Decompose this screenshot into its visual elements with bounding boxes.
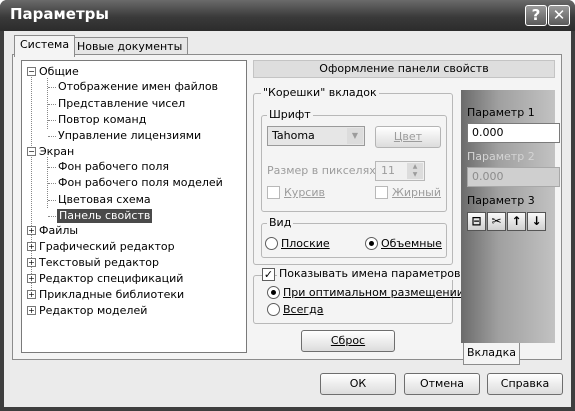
expand-icon[interactable]: +	[27, 290, 36, 299]
tree-item-properties-panel[interactable]: Панель свойств	[57, 209, 153, 223]
flat-radio[interactable]	[265, 237, 278, 250]
settings-tree[interactable]: − Общие Отображение имен файлов Представ…	[21, 60, 247, 353]
bold-label-text: Жирный	[392, 186, 442, 199]
bold-checkbox[interactable]	[375, 186, 388, 199]
param1-label: Параметр 1	[467, 106, 535, 119]
close-button[interactable]: ✕	[548, 5, 570, 26]
properties-panel-settings: Оформление панели свойств "Корешки" вкла…	[253, 60, 560, 365]
parameters-dialog: Параметры ? ✕ Система Новые документы − …	[0, 0, 575, 411]
tree-item-model-bg[interactable]: Фон рабочего поля моделей	[58, 176, 223, 190]
show-names-label: Показывать имена параметров	[277, 267, 463, 280]
always-label-text: Всегда	[283, 303, 324, 316]
preview-tab[interactable]: Вкладка	[463, 343, 520, 365]
expand-icon[interactable]: +	[27, 274, 36, 283]
bold-label: Жирный	[392, 186, 441, 199]
tree-item-model-editor[interactable]: Редактор моделей	[39, 304, 147, 318]
tree-connector	[48, 87, 56, 88]
help-button[interactable]: Справка	[487, 373, 563, 395]
title-bar[interactable]: Параметры ? ✕	[0, 0, 575, 31]
radio-dot	[271, 290, 276, 295]
flat-label: Плоские	[281, 237, 330, 250]
size-spinner[interactable]: 11 ▲ ▼	[375, 161, 425, 181]
tree-select-icon[interactable]: ⊟	[467, 212, 486, 231]
tree-connector	[48, 104, 56, 105]
tree-item-file-names[interactable]: Отображение имен файлов	[58, 80, 218, 94]
volume-radio[interactable]	[365, 237, 378, 250]
arrow-up-icon[interactable]: ↑	[507, 212, 526, 231]
chevron-down-icon: ▼	[347, 128, 363, 144]
tree-connector	[48, 200, 56, 201]
color-button[interactable]: Цвет	[375, 126, 441, 148]
reset-button-label: Сброс	[330, 334, 366, 347]
expand-icon[interactable]: +	[27, 226, 36, 235]
tree-item-graphic-editor[interactable]: Графический редактор	[39, 240, 175, 254]
tree-item-repeat-commands[interactable]: Повтор команд	[58, 113, 146, 127]
volume-label: Объемные	[381, 237, 442, 250]
spinner-arrows-icon: ▲ ▼	[407, 163, 423, 179]
tree-item-spec-editor[interactable]: Редактор спецификаций	[39, 272, 183, 286]
param3-buttons: ⊟ ✂ ↑ ↓	[467, 212, 557, 232]
font-group-label: Шрифт	[267, 108, 313, 121]
size-value: 11	[381, 164, 395, 177]
help-title-button[interactable]: ?	[525, 5, 547, 26]
tree-item-obshie[interactable]: Общие	[39, 65, 79, 79]
tree-item-libraries[interactable]: Прикладные библиотеки	[39, 288, 184, 302]
expand-icon[interactable]: +	[27, 258, 36, 267]
collapse-icon[interactable]: −	[27, 67, 36, 76]
tree-item-licenses[interactable]: Управление лицензиями	[58, 129, 201, 143]
tree-connector	[48, 167, 56, 168]
tree-item-color-scheme[interactable]: Цветовая схема	[58, 193, 151, 207]
cut-icon[interactable]: ✂	[487, 212, 506, 231]
show-names-checkbox[interactable]: ✓	[262, 268, 275, 281]
tree-item-numbers[interactable]: Представление чисел	[58, 97, 185, 111]
flat-label-text: Плоские	[281, 237, 330, 250]
radio-dot	[369, 241, 374, 246]
tab-sistema[interactable]: Система	[14, 35, 76, 57]
reset-button[interactable]: Сброс	[301, 330, 395, 352]
dialog-body: Система Новые документы − Общие Отображе…	[4, 31, 571, 407]
tree-item-workspace-bg[interactable]: Фон рабочего поля	[58, 160, 169, 174]
tree-connector	[48, 183, 56, 184]
param2-field[interactable]: 0.000	[467, 167, 560, 187]
tabs-appearance-label: "Корешки" вкладок	[261, 86, 379, 99]
param3-label: Параметр 3	[467, 194, 535, 207]
color-button-label: Цвет	[393, 130, 423, 143]
optimal-label-text: При оптимальном размещении	[283, 286, 464, 299]
always-label: Всегда	[283, 303, 324, 316]
expand-icon[interactable]: +	[27, 242, 36, 251]
window-title: Параметры	[10, 5, 109, 23]
panel-preview: Параметр 1 0.000 Параметр 2 0.000 Параме…	[461, 90, 560, 343]
always-radio[interactable]	[267, 303, 280, 316]
optimal-label: При оптимальном размещении	[283, 286, 464, 299]
tree-connector	[48, 120, 56, 121]
show-names-group	[253, 275, 453, 324]
optimal-radio[interactable]	[267, 286, 280, 299]
view-group-label: Вид	[267, 216, 294, 229]
cancel-button[interactable]: Отмена	[404, 373, 480, 395]
tree-item-files[interactable]: Файлы	[39, 224, 78, 238]
volume-label-text: Объемные	[381, 237, 442, 250]
param2-label: Параметр 2	[467, 150, 535, 163]
expand-icon[interactable]: +	[27, 306, 36, 315]
italic-label: Курсив	[284, 186, 325, 199]
font-value: Tahoma	[272, 129, 315, 142]
arrow-down-icon[interactable]: ↓	[527, 212, 546, 231]
tree-item-ekran[interactable]: Экран	[39, 145, 74, 159]
tree-connector	[48, 216, 56, 217]
size-label: Размер в пикселях	[267, 164, 376, 177]
italic-label-text: Курсив	[284, 186, 325, 199]
param1-field[interactable]: 0.000	[467, 123, 560, 143]
panel-header: Оформление панели свойств	[253, 60, 555, 78]
tree-connector	[48, 136, 56, 137]
italic-checkbox[interactable]	[267, 186, 280, 199]
font-select[interactable]: Tahoma ▼	[267, 126, 365, 146]
tree-item-text-editor[interactable]: Текстовый редактор	[39, 256, 159, 270]
tab-panel: − Общие Отображение имен файлов Представ…	[12, 54, 562, 365]
ok-button[interactable]: ОК	[320, 373, 396, 395]
collapse-icon[interactable]: −	[27, 147, 36, 156]
